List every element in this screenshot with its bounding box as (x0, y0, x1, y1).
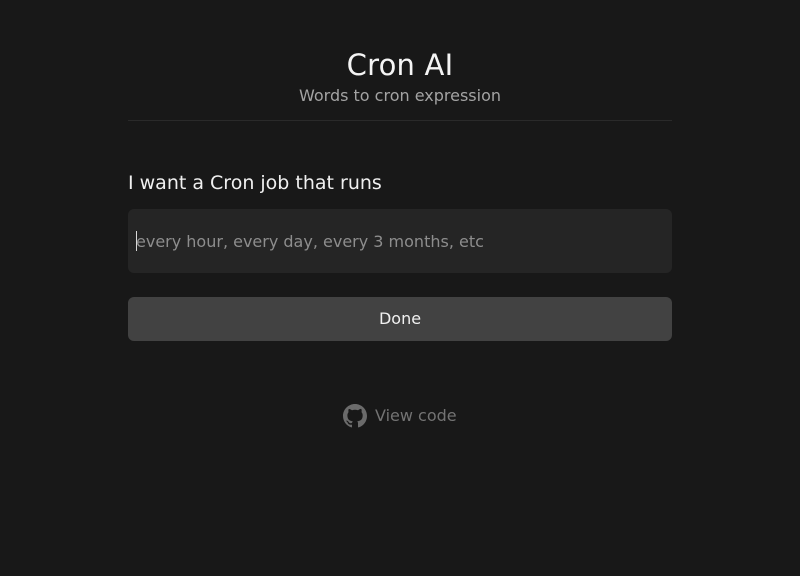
done-button[interactable]: Done (128, 297, 672, 341)
page-root: Cron AI Words to cron expression I want … (0, 0, 800, 576)
cron-input[interactable] (128, 209, 672, 273)
github-icon (343, 404, 367, 428)
page-subtitle: Words to cron expression (298, 86, 502, 105)
view-code-label: View code (375, 406, 457, 425)
view-code-link[interactable]: View code (343, 404, 457, 428)
cron-prompt-label: I want a Cron job that runs (128, 172, 382, 194)
text-caret (136, 231, 137, 251)
page-title: Cron AI (346, 48, 454, 82)
cron-input-container (128, 209, 672, 273)
page-header: Cron AI Words to cron expression (128, 0, 672, 121)
